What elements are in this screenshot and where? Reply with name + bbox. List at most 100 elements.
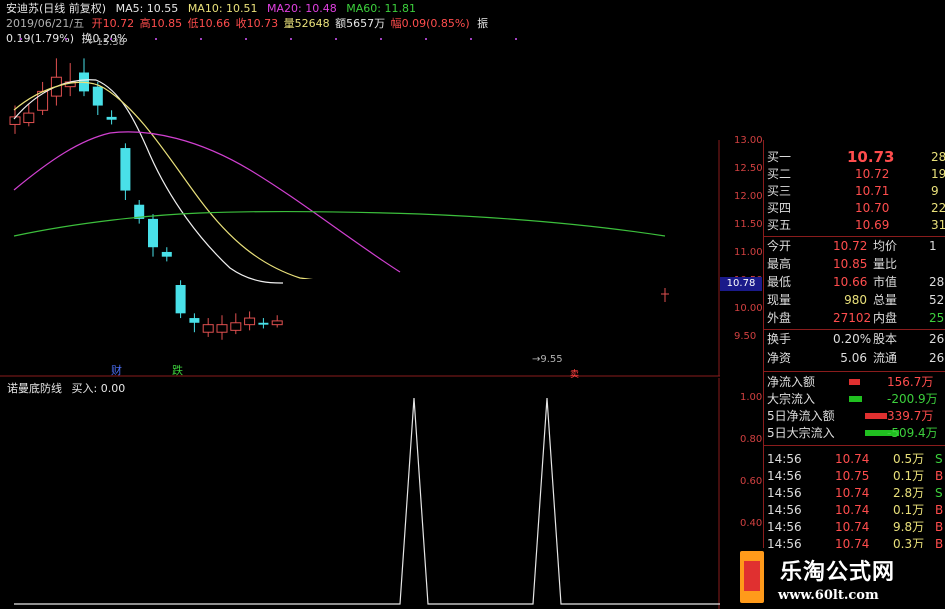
bid-label: 买三	[767, 184, 792, 198]
stat-row: 外盘 27102 内盘 25	[763, 309, 945, 327]
flow-row: 5日净流入额 339.7万	[763, 407, 945, 425]
stat-row: 现量 980 总量 52	[763, 291, 945, 309]
stat-row: 净资 5.06 流通 26	[763, 349, 945, 367]
stat-value-2: 52	[929, 293, 945, 307]
candle-body[interactable]	[271, 320, 283, 326]
tick-volume: 0.1万	[893, 469, 925, 483]
badge-cai[interactable]: 财	[111, 362, 122, 378]
stat-label: 最低	[767, 275, 792, 289]
tick-row: 14:56 10.74 0.5万 S	[763, 450, 945, 468]
flow-divider	[763, 445, 945, 446]
current-price-tag: 10.78	[720, 277, 762, 291]
event-dot	[200, 38, 202, 40]
tick-time: 14:56	[767, 520, 802, 534]
bid-row[interactable]: 买五 10.69 31	[763, 216, 945, 234]
indicator-y-tick: 0.40	[740, 518, 763, 529]
ma10-line	[13, 81, 341, 284]
flow-value: 339.7万	[887, 409, 934, 423]
badge-die[interactable]: 跌	[172, 362, 183, 378]
stat-row: 最低 10.66 市值 287	[763, 273, 945, 291]
stat-label-2: 股本	[873, 332, 898, 346]
event-dot	[425, 38, 427, 40]
bid-label: 买一	[767, 150, 792, 164]
stat-row: 今开 10.72 均价 1	[763, 237, 945, 255]
bid-row[interactable]: 买一 10.73 28	[763, 148, 945, 166]
stat-value: 5.06	[840, 351, 867, 365]
tick-price: 10.75	[835, 469, 870, 483]
candle-body[interactable]	[244, 317, 256, 326]
bid-price: 10.73	[847, 148, 895, 166]
tick-price: 10.74	[835, 486, 870, 500]
tick-time: 14:56	[767, 503, 802, 517]
stat-value-2: 25	[929, 311, 945, 325]
stat-value: 980	[844, 293, 867, 307]
flow-bar	[865, 413, 887, 419]
flow-label: 5日大宗流入	[767, 426, 835, 440]
candle-body[interactable]	[216, 324, 228, 333]
main-y-tick: 9.50	[734, 331, 757, 342]
flow-label: 5日净流入额	[767, 409, 835, 423]
stat-label: 今开	[767, 239, 792, 253]
stat-value: 10.85	[833, 257, 868, 271]
stat-row: 最高 10.85 量比	[763, 255, 945, 273]
tick-price: 10.74	[835, 503, 870, 517]
candle-body[interactable]	[120, 148, 131, 191]
indicator-line	[14, 397, 720, 605]
flow-row: 5日大宗流入 -509.4万	[763, 424, 945, 442]
watermark-url: www.60lt.com	[778, 588, 879, 603]
candle-body[interactable]	[106, 116, 117, 120]
event-dot	[155, 38, 157, 40]
watermark-logo: 乐淘公式网 www.60lt.com	[740, 548, 945, 609]
low-marker: →9.55	[532, 354, 563, 365]
main-y-axis: 13.0012.5012.0011.5011.0010.5010.009.50	[722, 130, 763, 376]
flow-row: 净流入额 156.7万	[763, 373, 945, 391]
event-dot	[335, 38, 337, 40]
flow-bar	[849, 396, 862, 402]
bid-price: 10.69	[855, 218, 890, 232]
flow-label: 净流入额	[767, 375, 816, 389]
stat-value: 27102	[833, 311, 872, 325]
event-dot	[515, 38, 517, 40]
stat-label-2: 市值	[873, 275, 898, 289]
stat-label-2: 流通	[873, 351, 898, 365]
quote-panel: 买一 10.73 28 买二 10.72 19 买三 10.71 9 买四 10.70 22 买五 10.…	[763, 140, 945, 609]
stat-value: 0.20%	[833, 332, 872, 346]
candle-body[interactable]	[148, 218, 158, 248]
indicator-y-tick: 0.80	[740, 434, 763, 445]
stat-label-2: 内盘	[873, 311, 898, 325]
stat-value-2: 287	[929, 275, 945, 289]
candle-body[interactable]	[189, 318, 200, 323]
tick-side: B	[935, 503, 944, 517]
candle-body[interactable]	[92, 86, 103, 106]
candle-body[interactable]	[23, 112, 35, 124]
event-dot	[290, 38, 292, 40]
candle-body[interactable]	[175, 285, 186, 314]
stat-value-2: 1	[929, 239, 937, 253]
stat-value: 10.66	[833, 275, 868, 289]
high-marker: ←15.38	[88, 37, 126, 48]
bid-row[interactable]: 买二 10.72 19	[763, 165, 945, 183]
tick-side: S	[935, 452, 943, 466]
stat-label: 外盘	[767, 311, 792, 325]
tick-time: 14:56	[767, 486, 802, 500]
stat-label: 换手	[767, 332, 792, 346]
bid-row[interactable]: 买三 10.71 9	[763, 182, 945, 200]
candle-body[interactable]	[161, 251, 172, 257]
event-dot	[380, 38, 382, 40]
tick-price: 10.74	[835, 520, 870, 534]
stat-label-2: 总量	[873, 293, 898, 307]
indicator-y-tick: 0.60	[740, 476, 763, 487]
bid-price: 10.72	[855, 167, 890, 181]
tick-time: 14:56	[767, 469, 802, 483]
candle-body[interactable]	[230, 322, 242, 331]
indicator-chart[interactable]	[0, 378, 720, 609]
main-y-tick: 11.50	[734, 219, 763, 230]
tick-side: B	[935, 520, 944, 534]
bid-row[interactable]: 买四 10.70 22	[763, 199, 945, 217]
bid-price: 10.71	[855, 184, 890, 198]
candle-body[interactable]	[202, 324, 214, 333]
main-y-tick: 12.00	[734, 191, 763, 202]
tick-side: S	[935, 486, 943, 500]
stat-value: 10.72	[833, 239, 868, 253]
candle-body[interactable]	[258, 322, 269, 325]
